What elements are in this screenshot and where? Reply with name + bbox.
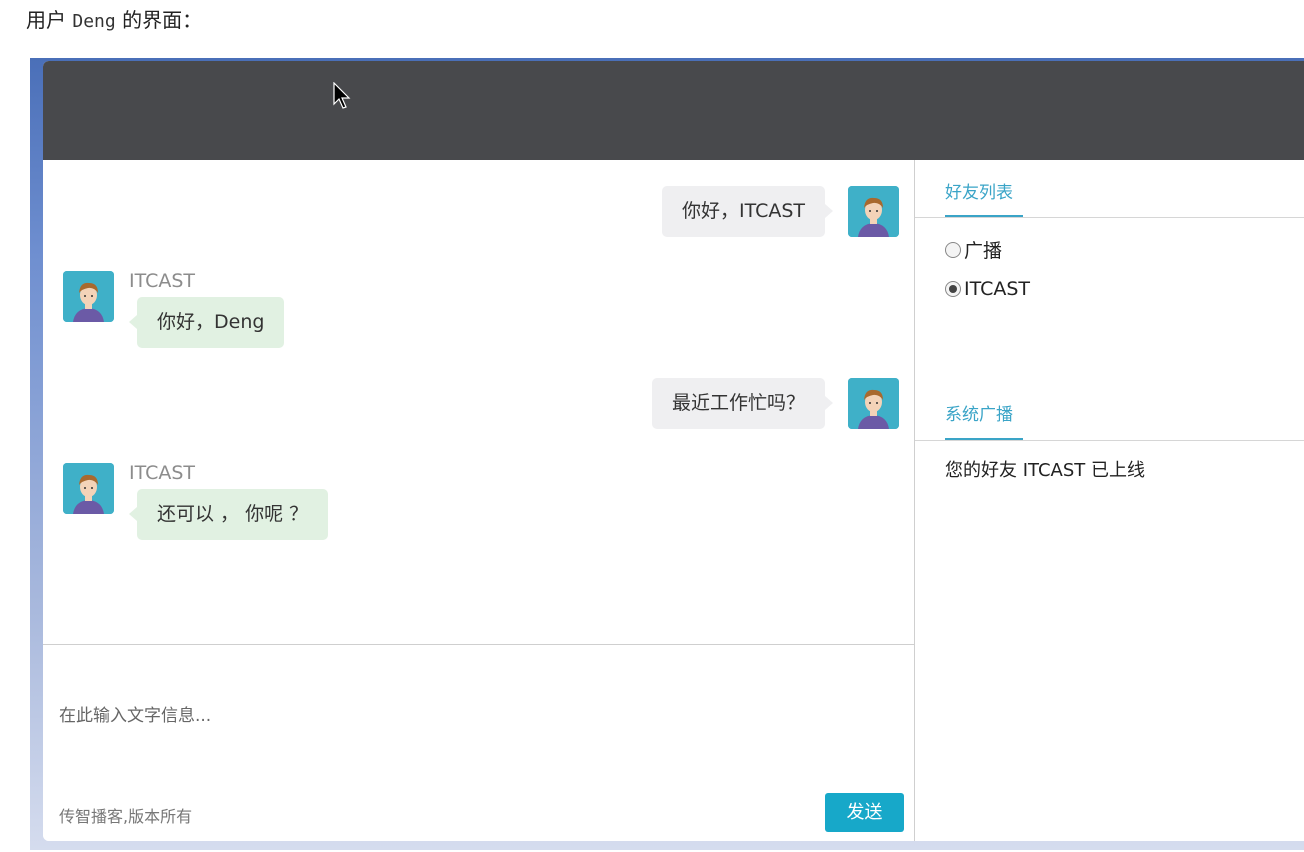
friend-label: 广播 xyxy=(964,240,1003,262)
mouse-cursor-icon xyxy=(333,81,351,114)
sidebar: 好友列表 广播 ITCAST 系统广播 您的好友 ITCAST 已上线 xyxy=(915,160,1304,841)
caption-prefix: 用户 xyxy=(26,8,66,32)
friends-list-title: 好友列表 xyxy=(945,183,1013,203)
message-sender: ITCAST xyxy=(129,462,196,484)
message-sender: ITCAST xyxy=(129,270,196,292)
friend-item-broadcast[interactable]: 广播 xyxy=(945,236,1002,263)
caption-username: Deng xyxy=(72,11,116,32)
top-bar xyxy=(43,61,1304,160)
broadcast-title: 系统广播 xyxy=(945,405,1013,425)
message-input-area[interactable]: 在此输入文字信息... 传智播客,版本所有 发送 xyxy=(43,644,914,841)
friend-label: ITCAST xyxy=(964,278,1031,300)
page-caption: 用户 Deng 的界面： xyxy=(26,4,202,33)
radio-button[interactable] xyxy=(945,281,961,297)
section-divider xyxy=(915,440,1304,441)
avatar-icon xyxy=(63,463,114,514)
send-button[interactable]: 发送 xyxy=(825,793,904,832)
caption-suffix: 的界面： xyxy=(122,8,203,32)
friend-item-itcast[interactable]: ITCAST xyxy=(945,278,1030,300)
section-divider xyxy=(915,217,1304,218)
message-bubble-mine: 最近工作忙吗？ xyxy=(651,378,834,429)
chat-window: 你好，ITCAST ITCAST 你好，Deng 最近工作忙吗？ ITCAST … xyxy=(43,61,1304,841)
message-input[interactable]: 在此输入文字信息... xyxy=(59,701,211,726)
avatar-icon xyxy=(848,186,899,237)
avatar-icon xyxy=(63,271,114,322)
message-bubble-theirs: 还可以 ， 你呢 ？ xyxy=(128,489,329,540)
copyright-text: 传智播客,版本所有 xyxy=(59,807,193,826)
message-bubble-mine: 你好，ITCAST xyxy=(661,186,834,237)
message-bubble-theirs: 你好，Deng xyxy=(128,297,285,348)
chat-message-area: 你好，ITCAST ITCAST 你好，Deng 最近工作忙吗？ ITCAST … xyxy=(43,160,914,644)
radio-button[interactable] xyxy=(945,241,961,258)
broadcast-message: 您的好友 ITCAST 已上线 xyxy=(945,460,1145,481)
avatar-icon xyxy=(848,378,899,429)
